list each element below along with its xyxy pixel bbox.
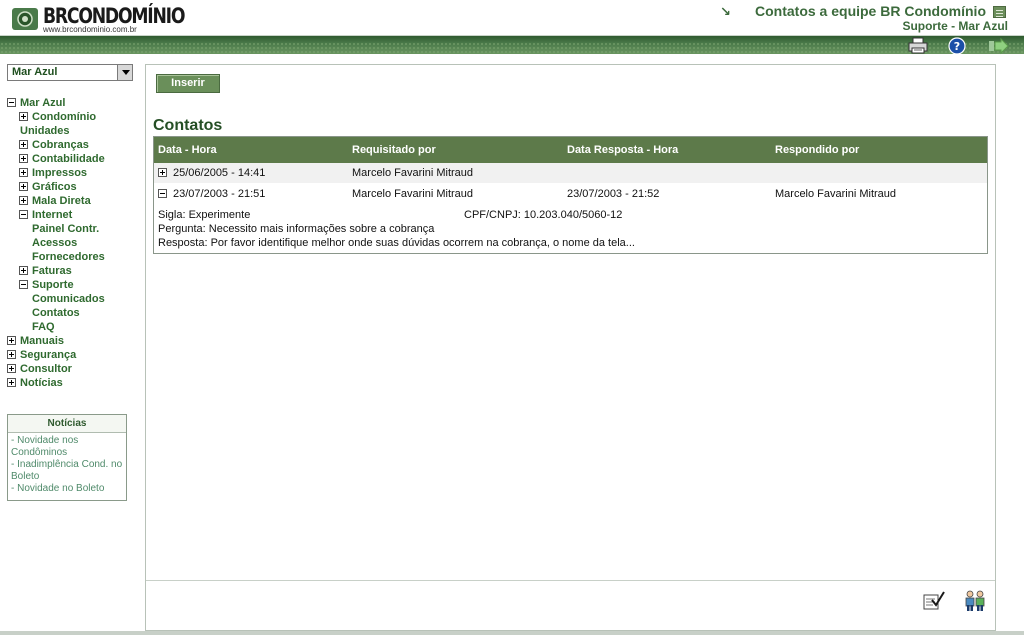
chevron-down-icon[interactable] bbox=[117, 65, 132, 80]
sidebar-item-label[interactable]: Contatos bbox=[32, 306, 80, 320]
collapse-minus-icon[interactable] bbox=[158, 189, 167, 198]
sidebar-item-label[interactable]: Internet bbox=[32, 208, 72, 222]
expand-plus-icon[interactable] bbox=[7, 378, 16, 387]
sidebar-item-label[interactable]: Contabilidade bbox=[32, 152, 105, 166]
sidebar-item-label[interactable]: Segurança bbox=[20, 348, 76, 362]
sidebar-item-label[interactable]: Faturas bbox=[32, 264, 72, 278]
news-item-link[interactable]: - Novidade nos Condôminos bbox=[11, 435, 123, 459]
toolbar-band bbox=[0, 36, 1024, 54]
sidebar-item-label[interactable]: Condomínio bbox=[32, 110, 96, 124]
collapse-minus-icon[interactable] bbox=[19, 210, 28, 219]
sidebar-item-label[interactable]: Gráficos bbox=[32, 180, 77, 194]
sidebar-item-label[interactable]: Suporte bbox=[32, 278, 74, 292]
expand-plus-icon[interactable] bbox=[158, 168, 167, 177]
sidebar-item-label[interactable]: Impressos bbox=[32, 166, 87, 180]
row-date: 23/07/2003 - 21:51 bbox=[173, 188, 266, 200]
table-row[interactable]: 23/07/2003 - 21:51 Marcelo Favarini Mitr… bbox=[154, 184, 987, 204]
brand-logo[interactable]: BRCONDOMÍNIO www.brcondominio.com.br bbox=[9, 4, 185, 34]
expand-plus-icon[interactable] bbox=[19, 196, 28, 205]
expand-plus-icon[interactable] bbox=[7, 364, 16, 373]
printer-icon[interactable] bbox=[908, 37, 928, 55]
main-panel: Inserir Contatos Data - Hora Requisitado… bbox=[145, 64, 996, 631]
news-item-link[interactable]: - Novidade no Boleto bbox=[11, 483, 123, 495]
condominium-select[interactable]: Mar Azul bbox=[7, 64, 133, 81]
expand-plus-icon[interactable] bbox=[19, 168, 28, 177]
page-subtitle: Suporte - Mar Azul bbox=[902, 19, 1008, 33]
action-bar bbox=[146, 580, 995, 630]
collapse-minus-icon[interactable] bbox=[7, 98, 16, 107]
detail-cpf: CPF/CNPJ: 10.203.040/5060-12 bbox=[464, 209, 623, 221]
table-header: Data - Hora Requisitado por Data Respost… bbox=[154, 137, 987, 163]
insert-button[interactable]: Inserir bbox=[156, 74, 220, 93]
sidebar-item-label[interactable]: Painel Contr. bbox=[32, 222, 99, 236]
page-title: Contatos a equipe BR Condomínio bbox=[755, 3, 986, 19]
table-row[interactable]: 25/06/2005 - 14:41 Marcelo Favarini Mitr… bbox=[154, 163, 987, 183]
sidebar-item-label[interactable]: FAQ bbox=[32, 320, 55, 334]
app-header: BRCONDOMÍNIO www.brcondominio.com.br ↘ C… bbox=[0, 0, 1024, 36]
news-title: Notícias bbox=[8, 415, 126, 433]
contact-details: Sigla: Experimente CPF/CNPJ: 10.203.040/… bbox=[158, 208, 984, 250]
detail-question: Pergunta: Necessito mais informações sob… bbox=[158, 223, 435, 235]
collapse-minus-icon[interactable] bbox=[19, 280, 28, 289]
sidebar-item-label[interactable]: Acessos bbox=[32, 236, 77, 250]
menu-icon[interactable] bbox=[993, 6, 1006, 18]
sidebar-item-label[interactable]: Fornecedores bbox=[32, 250, 105, 264]
column-date[interactable]: Data - Hora bbox=[158, 144, 217, 156]
expand-plus-icon[interactable] bbox=[19, 140, 28, 149]
sidebar-item-label[interactable]: Mar Azul bbox=[20, 96, 65, 110]
detail-answer: Resposta: Por favor identifique melhor o… bbox=[158, 237, 635, 249]
sidebar-item-label[interactable]: Unidades bbox=[20, 124, 70, 138]
row-requested-by: Marcelo Favarini Mitraud bbox=[352, 188, 474, 200]
row-requested-by: Marcelo Favarini Mitraud bbox=[352, 167, 474, 179]
expand-plus-icon[interactable] bbox=[7, 350, 16, 359]
help-icon[interactable]: ? bbox=[947, 37, 967, 55]
expand-plus-icon[interactable] bbox=[7, 336, 16, 345]
logo-mark-icon bbox=[12, 8, 38, 30]
exit-arrow-icon[interactable] bbox=[988, 37, 1009, 55]
sidebar-item-label[interactable]: Cobranças bbox=[32, 138, 89, 152]
sidebar: Mar Azul Mar Azul Condomínio Unidades Cobra… bbox=[0, 58, 138, 635]
row-answered-by: Marcelo Favarini Mitraud bbox=[775, 188, 897, 200]
expand-plus-icon[interactable] bbox=[19, 266, 28, 275]
expand-plus-icon[interactable] bbox=[19, 182, 28, 191]
news-box: Notícias - Novidade nos Condôminos - Inad… bbox=[7, 414, 127, 501]
users-icon[interactable] bbox=[963, 590, 987, 612]
detail-sigla: Sigla: Experimente bbox=[158, 209, 251, 221]
section-title: Contatos bbox=[153, 117, 223, 134]
row-answer-date: 23/07/2003 - 21:52 bbox=[567, 188, 660, 200]
row-date: 25/06/2005 - 14:41 bbox=[173, 167, 266, 179]
sidebar-item-label[interactable]: Notícias bbox=[20, 376, 63, 390]
column-answered-by[interactable]: Respondido por bbox=[775, 144, 859, 156]
sidebar-item-label[interactable]: Manuais bbox=[20, 334, 64, 348]
expand-plus-icon[interactable] bbox=[19, 154, 28, 163]
contacts-table: Data - Hora Requisitado por Data Respost… bbox=[153, 136, 988, 254]
column-answer-date[interactable]: Data Resposta - Hora bbox=[567, 144, 678, 156]
sidebar-item-label[interactable]: Mala Direta bbox=[32, 194, 91, 208]
edit-check-icon[interactable] bbox=[923, 591, 945, 611]
news-list: - Novidade nos Condôminos - Inadimplência… bbox=[8, 433, 126, 497]
sidebar-item-label[interactable]: Consultor bbox=[20, 362, 72, 376]
expand-plus-icon[interactable] bbox=[19, 112, 28, 121]
status-strip bbox=[0, 631, 1024, 635]
condominium-select-value: Mar Azul bbox=[12, 66, 58, 78]
title-arrow-icon: ↘ bbox=[720, 4, 731, 19]
svg-text:?: ? bbox=[954, 40, 960, 53]
sidebar-item-label[interactable]: Comunicados bbox=[32, 292, 105, 306]
logo-url: www.brcondominio.com.br bbox=[43, 25, 137, 34]
toolbar: ? bbox=[0, 36, 1024, 58]
news-item-link[interactable]: - Inadimplência Cond. no Boleto bbox=[11, 459, 123, 483]
column-requested-by[interactable]: Requisitado por bbox=[352, 144, 436, 156]
